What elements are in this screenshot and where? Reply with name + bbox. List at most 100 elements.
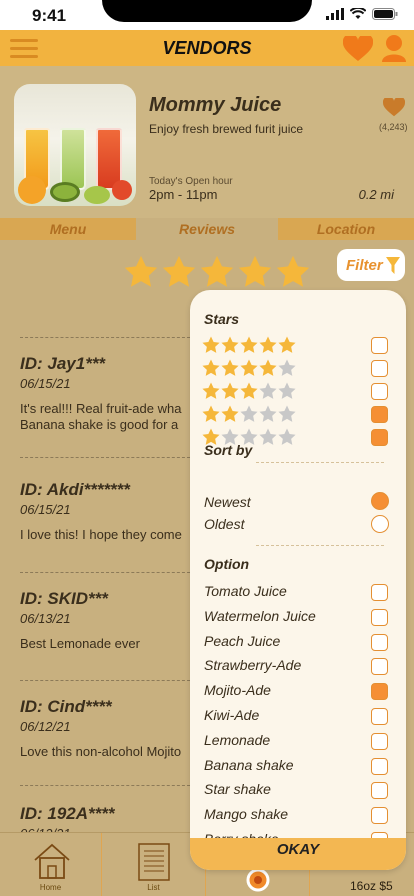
option-label: Mojito-Ade [204, 682, 271, 699]
option-checkbox[interactable] [371, 683, 388, 701]
review-user-id: ID: 192A**** [20, 804, 115, 823]
review-date: 06/13/21 [20, 611, 71, 626]
review-separator [20, 572, 190, 573]
option-label: Tomato Juice [204, 583, 287, 599]
star-icon [240, 336, 258, 353]
review-item: ID: Cind**** 06/12/21 Love this non-alco… [20, 697, 181, 760]
okay-button[interactable]: OKAY [190, 838, 406, 870]
vendor-like-count: (4,243) [379, 122, 408, 132]
star-icon [259, 382, 277, 399]
review-user-id: ID: Jay1*** [20, 354, 106, 373]
option-checkbox[interactable] [371, 584, 388, 601]
tab-reviews[interactable]: Reviews [139, 218, 275, 240]
review-text: Best Lemonade ever [20, 636, 140, 651]
star-filter-row-2 [202, 405, 296, 423]
nav-home-label: Home [39, 883, 62, 892]
tab-menu[interactable]: Menu [0, 218, 136, 240]
vendor-tabs: Menu Reviews Location [0, 218, 414, 240]
star-filter-checkbox-3[interactable] [371, 383, 388, 400]
star-icon [259, 336, 277, 353]
profile-icon[interactable] [382, 34, 406, 62]
tab-location[interactable]: Location [278, 218, 414, 240]
review-separator [20, 785, 190, 786]
list-icon [138, 843, 170, 881]
option-checkbox[interactable] [371, 633, 388, 651]
sort-heading: Sort by [204, 442, 253, 458]
open-hours-value: 2pm - 11pm [149, 187, 218, 202]
star-icon [278, 428, 296, 445]
item-price: 16oz $5 [350, 879, 393, 893]
star-icon [221, 405, 239, 422]
option-label: Lemonade [204, 731, 271, 748]
review-item: ID: Akdi******* 06/15/21 I love this! I … [20, 480, 182, 543]
device-notch [102, 0, 312, 22]
app-header: VENDORS [0, 30, 414, 66]
system-icons [326, 8, 398, 20]
stars-heading: Stars [204, 311, 240, 327]
home-icon [34, 843, 70, 879]
star-filter-checkbox-2[interactable] [371, 406, 388, 423]
favorites-heart-icon[interactable] [343, 36, 373, 62]
option-label: Peach Juice [204, 632, 281, 649]
option-label: Star shake [204, 781, 271, 798]
option-checkbox[interactable] [371, 658, 388, 676]
vendor-like-heart-icon[interactable] [383, 98, 405, 117]
review-user-id: ID: SKID*** [20, 589, 108, 608]
vendor-distance: 0.2 mi [358, 187, 394, 202]
review-date: 06/15/21 [20, 376, 71, 391]
nav-home[interactable]: Home [0, 833, 102, 896]
option-label: Watermelon Juice [204, 607, 316, 624]
star-filter-checkbox-4[interactable] [371, 360, 388, 377]
option-label: Banana shake [204, 756, 294, 773]
star-icon [259, 359, 277, 376]
review-separator [20, 337, 190, 338]
option-checkbox[interactable] [371, 782, 388, 800]
option-label: Strawberry-Ade [204, 657, 302, 674]
review-text: It's real!!! Real fruit-ade wha [20, 401, 182, 416]
review-item: ID: SKID*** 06/13/21 Best Lemonade ever [20, 589, 140, 652]
option-label: Kiwi-Ade [204, 707, 260, 723]
star-filter-checkbox-1[interactable] [371, 429, 388, 446]
review-text: Love this non-alcohol Mojito [20, 744, 182, 759]
funnel-icon [385, 257, 400, 274]
star-filter-checkbox-5[interactable] [371, 337, 388, 354]
option-checkbox[interactable] [371, 608, 388, 626]
sort-newest-radio[interactable] [371, 492, 389, 510]
rating-star-icon [238, 255, 272, 287]
review-user-id: ID: Akdi******* [20, 480, 130, 499]
star-icon [221, 359, 239, 376]
filter-button[interactable]: Filter [337, 249, 405, 281]
cellular-signal-icon [326, 8, 344, 20]
status-bar: 9:41 [0, 0, 414, 30]
review-separator [20, 457, 190, 458]
option-checkbox[interactable] [371, 807, 388, 825]
star-icon [278, 405, 296, 422]
vendor-card: Mommy Juice Enjoy fresh brewed furit jui… [0, 66, 414, 218]
star-icon [202, 359, 220, 376]
status-time: 9:41 [32, 6, 67, 25]
vendor-name: Mommy Juice [149, 94, 282, 116]
wifi-icon [350, 8, 366, 19]
rating-star-icon [276, 255, 310, 287]
star-icon [278, 336, 296, 353]
option-heading: Option [204, 556, 250, 572]
star-icon [259, 428, 277, 445]
star-icon [221, 336, 239, 353]
panel-divider [256, 545, 384, 546]
star-icon [278, 382, 296, 399]
filter-panel: Stars Sort by Newest Oldest Option Tomat… [190, 290, 406, 870]
review-date: 06/12/21 [20, 719, 71, 734]
sort-option-newest: Newest [204, 494, 251, 510]
review-text-line2: Banana shake is good for a [20, 417, 179, 432]
option-checkbox[interactable] [371, 732, 388, 750]
option-checkbox[interactable] [371, 708, 388, 725]
review-user-id: ID: Cind**** [20, 697, 112, 716]
review-text: I love this! I hope they come [20, 527, 182, 542]
star-icon [259, 405, 277, 422]
panel-divider [256, 462, 384, 463]
option-checkbox[interactable] [371, 757, 388, 775]
star-icon [202, 336, 220, 353]
sort-oldest-radio[interactable] [371, 515, 389, 533]
rating-star-icon [124, 255, 158, 287]
star-icon [202, 382, 220, 399]
